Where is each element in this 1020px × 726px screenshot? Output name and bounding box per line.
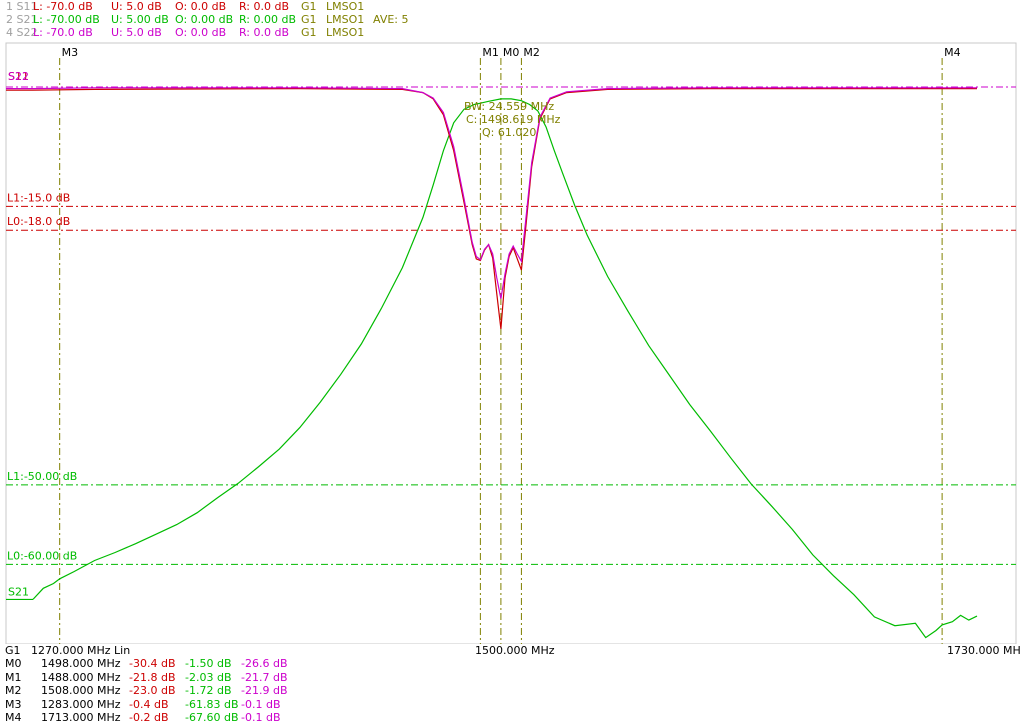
trace-label-s21: S21 <box>8 585 29 598</box>
footer: G1 1270.000 MHz Lin 1500.000 MHz 1730.00… <box>5 644 1020 724</box>
marker-s22: -0.1 dB <box>241 697 281 711</box>
marker-s22: -21.7 dB <box>241 670 288 684</box>
limit-label: L1:-50.00 dB <box>7 470 77 483</box>
marker-row: M3 1283.000 MHz -0.4 dB -61.83 dB -0.1 dB <box>5 698 1017 711</box>
marker-freq: 1498.000 MHz <box>41 657 121 671</box>
marker-label-m0: M0 <box>503 46 519 59</box>
trace-label-s22: S22 <box>8 70 29 83</box>
marker-s21: -67.60 dB <box>185 710 239 724</box>
marker-label-m4: M4 <box>944 46 961 59</box>
marker-s21: -1.72 dB <box>185 684 232 698</box>
marker-s21: -1.50 dB <box>185 657 232 671</box>
center-value: C: 1498.619 MHz <box>466 113 561 126</box>
trace-lines <box>6 87 978 639</box>
marker-s21: -2.03 dB <box>185 670 232 684</box>
marker-s22: -21.9 dB <box>241 684 288 698</box>
limit-lines: L1:-15.0 dB L0:-18.0 dB L1:-50.00 dB L0:-60… <box>6 86 1016 565</box>
footer-stop-freq: 1730.000 MHz <box>947 644 1020 657</box>
marker-name: M4 <box>5 710 22 724</box>
marker-s11: -0.4 dB <box>129 697 169 711</box>
trace-s21 <box>32 98 978 639</box>
footer-group: G1 <box>5 644 21 657</box>
limit-label: L1:-15.0 dB <box>7 191 70 204</box>
frequency-axis-row: G1 1270.000 MHz Lin 1500.000 MHz 1730.00… <box>5 644 1020 657</box>
marker-freq: 1508.000 MHz <box>41 684 121 698</box>
footer-center-freq: 1500.000 MHz <box>475 644 555 657</box>
marker-s11: -30.4 dB <box>129 657 176 671</box>
marker-name: M2 <box>5 684 22 698</box>
bw-value: BW: 24.559 MHz <box>464 100 554 113</box>
marker-freq: 1713.000 MHz <box>41 710 121 724</box>
marker-s11: -23.0 dB <box>129 684 176 698</box>
marker-freq: 1488.000 MHz <box>41 670 121 684</box>
vna-plot: M0 M1 M2 M3 M4 L1:-15.0 dB L0:-18.0 dB L1:-50.… <box>5 42 1017 644</box>
marker-row: M4 1713.000 MHz -0.2 dB -67.60 dB -0.1 dB <box>5 711 1017 724</box>
marker-name: M0 <box>5 657 22 671</box>
marker-label-m3: M3 <box>62 46 79 59</box>
marker-s11: -0.2 dB <box>129 710 169 724</box>
marker-row: M2 1508.000 MHz -23.0 dB -1.72 dB -21.9 dB <box>5 684 1017 697</box>
marker-s22: -26.6 dB <box>241 657 288 671</box>
footer-start-freq: 1270.000 MHz Lin <box>31 644 131 657</box>
marker-name: M3 <box>5 697 22 711</box>
marker-s22: -0.1 dB <box>241 710 281 724</box>
limit-label: L0:-60.00 dB <box>7 549 77 562</box>
limit-label: L0:-18.0 dB <box>7 215 70 228</box>
marker-label-m2: M2 <box>523 46 540 59</box>
marker-row: M1 1488.000 MHz -21.8 dB -2.03 dB -21.7 dB <box>5 671 1017 684</box>
q-value: Q: 61.020 <box>482 126 536 139</box>
bandwidth-readout: BW: 24.559 MHzC: 1498.619 MHzQ: 61.020 <box>464 100 561 139</box>
marker-freq: 1283.000 MHz <box>41 697 121 711</box>
marker-name: M1 <box>5 670 22 684</box>
marker-table: M0 1498.000 MHz -30.4 dB -1.50 dB -26.6 dB M1… <box>5 657 1017 724</box>
marker-s21: -61.83 dB <box>185 697 239 711</box>
marker-s11: -21.8 dB <box>129 670 176 684</box>
marker-label-m1: M1 <box>482 46 499 59</box>
trace-labels: S21S11S22 <box>8 70 29 598</box>
marker-row: M0 1498.000 MHz -30.4 dB -1.50 dB -26.6 dB <box>5 657 1017 670</box>
